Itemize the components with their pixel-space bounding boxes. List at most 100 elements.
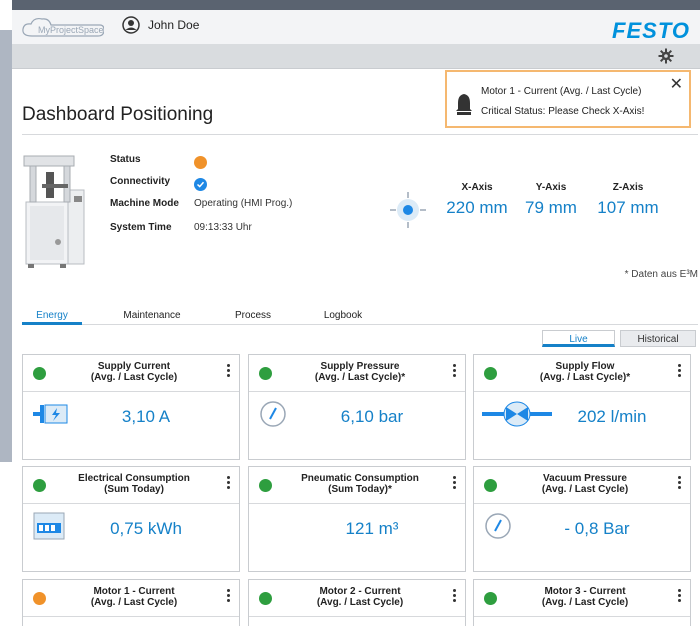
x-axis-value: 220 mm <box>446 198 508 217</box>
kebab-menu-icon[interactable] <box>453 589 457 605</box>
y-axis-value: 79 mm <box>525 198 577 217</box>
kebab-menu-icon[interactable] <box>453 364 457 380</box>
position-target-icon <box>390 192 426 228</box>
live-button[interactable]: Live <box>542 330 615 347</box>
app-window: MyProjectSpace John Doe FESTO Dashboard … <box>12 10 700 626</box>
tab-process[interactable]: Process <box>218 310 288 321</box>
kpi-card-title: Motor 2 - Current (Avg. / Last Cycle) <box>279 586 441 608</box>
kpi-title-line1: Pneumatic Consumption <box>301 473 419 484</box>
left-strip-band <box>0 30 12 462</box>
kpi-title-line2: (Sum Today) <box>104 484 164 495</box>
user-avatar-icon <box>122 16 140 34</box>
z-axis-value: 107 mm <box>597 198 659 217</box>
kebab-menu-icon[interactable] <box>678 364 682 380</box>
kpi-title-line1: Supply Flow <box>555 361 615 372</box>
kpi-title-line1: Vacuum Pressure <box>543 473 627 484</box>
kpi-card-header: Supply Current (Avg. / Last Cycle) <box>23 355 239 392</box>
status-dot <box>33 479 46 492</box>
kpi-card-title: Supply Current (Avg. / Last Cycle) <box>53 361 215 383</box>
kpi-card[interactable]: Supply Flow (Avg. / Last Cycle)* 202 l/m… <box>473 354 691 460</box>
kpi-value: 121 m³ <box>345 519 399 538</box>
kebab-menu-icon[interactable] <box>227 589 231 605</box>
kpi-card[interactable]: Motor 1 - Current (Avg. / Last Cycle) <box>22 579 240 626</box>
kpi-title-line1: Motor 2 - Current <box>319 586 401 597</box>
status-dot <box>484 367 497 380</box>
valve-icon <box>482 399 552 429</box>
tab-bar: Energy Maintenance Process Logbook <box>22 310 698 325</box>
system-time-label: System Time <box>110 222 172 233</box>
kpi-card-title: Pneumatic Consumption (Sum Today)* <box>279 473 441 495</box>
kebab-menu-icon[interactable] <box>678 476 682 492</box>
status-dot <box>484 479 497 492</box>
left-strip <box>0 0 12 626</box>
logo-text: MyProjectSpace <box>38 25 104 35</box>
notification-toast[interactable]: Motor 1 - Current (Avg. / Last Cycle) Cr… <box>445 70 691 128</box>
kpi-card[interactable]: Vacuum Pressure (Avg. / Last Cycle) - 0,… <box>473 466 691 572</box>
data-source-note: * Daten aus E³M <box>624 269 698 280</box>
kpi-card-header: Electrical Consumption (Sum Today) <box>23 467 239 504</box>
kpi-title-line2: (Avg. / Last Cycle) <box>90 597 178 608</box>
x-axis-label: X-Axis <box>461 182 493 193</box>
machine-mode-value: Operating (HMI Prog.) <box>194 198 293 209</box>
kpi-title-line2: (Avg. / Last Cycle) <box>316 597 404 608</box>
kpi-card[interactable]: Supply Current (Avg. / Last Cycle) 3,10 … <box>22 354 240 460</box>
kpi-card-title: Supply Flow (Avg. / Last Cycle)* <box>504 361 666 383</box>
myprojectspace-logo[interactable]: MyProjectSpace <box>20 16 105 40</box>
kpi-card[interactable]: Supply Pressure (Avg. / Last Cycle)* 6,1… <box>248 354 466 460</box>
close-icon[interactable]: ✕ <box>670 74 683 94</box>
kebab-menu-icon[interactable] <box>678 589 682 605</box>
status-dot <box>33 592 46 605</box>
top-bar: MyProjectSpace John Doe FESTO <box>12 10 700 45</box>
kpi-title-line2: (Sum Today)* <box>328 484 392 495</box>
title-divider <box>22 134 698 135</box>
notification-title: Motor 1 - Current (Avg. / Last Cycle) <box>481 86 642 97</box>
kpi-title-line1: Motor 1 - Current <box>93 586 175 597</box>
z-axis-label: Z-Axis <box>612 182 644 193</box>
machine-image <box>23 155 85 268</box>
system-time-value: 09:13:33 Uhr <box>194 222 252 233</box>
status-dot <box>259 479 272 492</box>
x-axis: X-Axis 220 mm <box>442 182 512 218</box>
kebab-menu-icon[interactable] <box>453 476 457 492</box>
historical-button[interactable]: Historical <box>620 330 696 347</box>
status-dot <box>259 367 272 380</box>
kpi-card[interactable]: Motor 3 - Current (Avg. / Last Cycle) <box>473 579 691 626</box>
kpi-card-header: Supply Flow (Avg. / Last Cycle)* <box>474 355 690 392</box>
kpi-card-header: Motor 1 - Current (Avg. / Last Cycle) <box>23 580 239 617</box>
notification-message: Critical Status: Please Check X-Axis! <box>481 106 645 117</box>
kpi-title-line1: Supply Pressure <box>320 361 400 372</box>
kpi-card-header: Vacuum Pressure (Avg. / Last Cycle) <box>474 467 690 504</box>
kpi-card[interactable]: Motor 2 - Current (Avg. / Last Cycle) <box>248 579 466 626</box>
kpi-card-title: Motor 1 - Current (Avg. / Last Cycle) <box>53 586 215 608</box>
bell-icon <box>456 94 472 115</box>
tab-logbook[interactable]: Logbook <box>308 310 378 321</box>
status-dot <box>484 592 497 605</box>
z-axis: Z-Axis 107 mm <box>590 182 666 218</box>
tab-maintenance[interactable]: Maintenance <box>108 310 196 321</box>
kpi-title-line1: Motor 3 - Current <box>544 586 626 597</box>
kpi-card-title: Supply Pressure (Avg. / Last Cycle)* <box>279 361 441 383</box>
user-menu[interactable]: John Doe <box>122 16 199 34</box>
kpi-card-title: Motor 3 - Current (Avg. / Last Cycle) <box>504 586 666 608</box>
page-title: Dashboard Positioning <box>22 104 214 125</box>
kpi-card[interactable]: Electrical Consumption (Sum Today) 0,75 … <box>22 466 240 572</box>
kpi-title-line1: Supply Current <box>97 361 171 372</box>
kpi-card[interactable]: Pneumatic Consumption (Sum Today)* 121 m… <box>248 466 466 572</box>
connectivity-label: Connectivity <box>110 176 171 187</box>
kpi-title-line2: (Avg. / Last Cycle)* <box>539 372 631 383</box>
kebab-menu-icon[interactable] <box>227 364 231 380</box>
gear-icon[interactable] <box>658 48 674 64</box>
kpi-card-header: Pneumatic Consumption (Sum Today)* <box>249 467 465 504</box>
kpi-title-line2: (Avg. / Last Cycle) <box>541 484 629 495</box>
festo-logo: FESTO <box>612 18 690 43</box>
kebab-menu-icon[interactable] <box>227 476 231 492</box>
status-indicator <box>194 156 207 169</box>
kpi-card-header: Motor 3 - Current (Avg. / Last Cycle) <box>474 580 690 617</box>
kpi-card-title: Vacuum Pressure (Avg. / Last Cycle) <box>504 473 666 495</box>
tab-energy[interactable]: Energy <box>22 310 82 325</box>
toolbar <box>12 44 700 69</box>
kpi-value: 202 l/min <box>577 407 647 426</box>
status-dot <box>259 592 272 605</box>
kpi-title-line2: (Avg. / Last Cycle) <box>90 372 178 383</box>
kpi-title-line2: (Avg. / Last Cycle) <box>541 597 629 608</box>
